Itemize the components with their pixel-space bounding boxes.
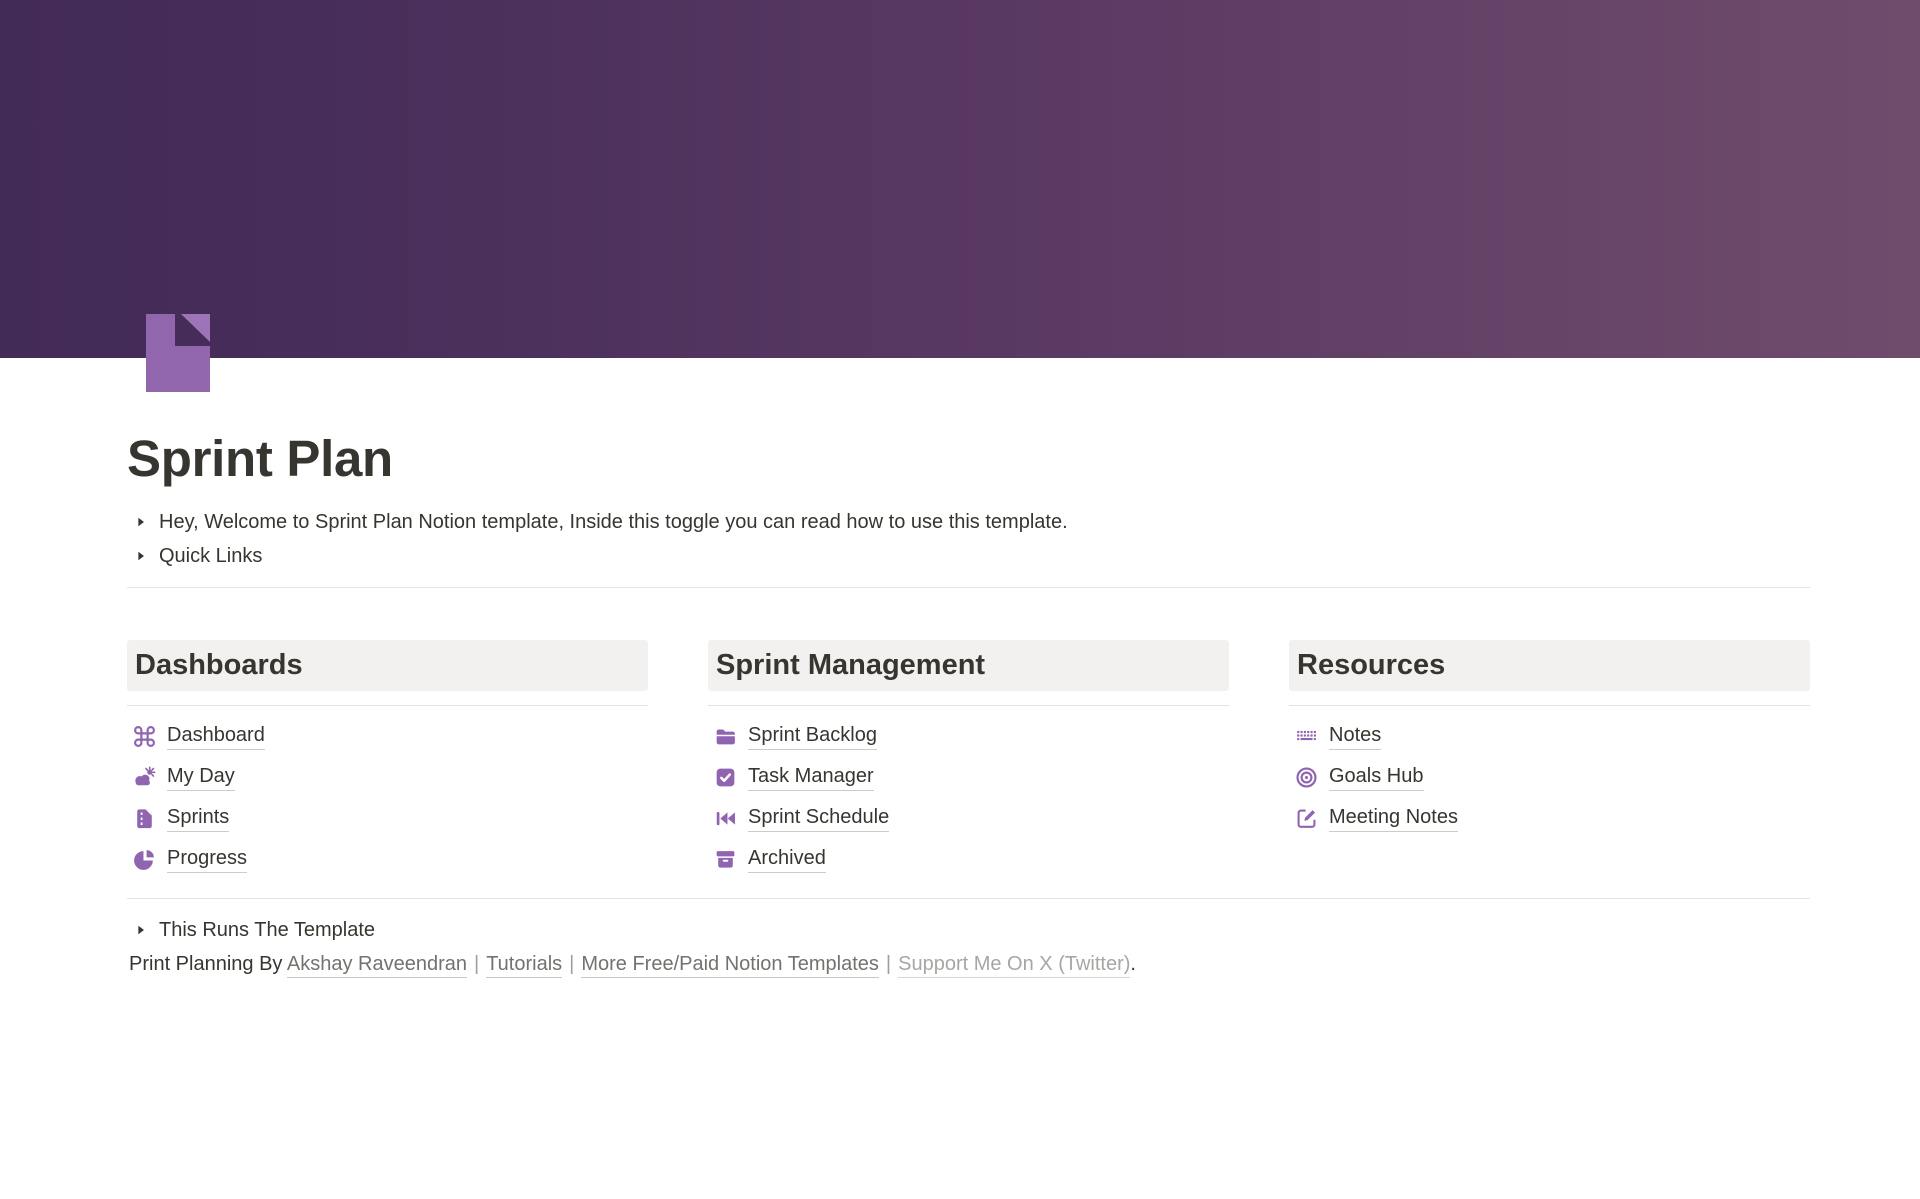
divider (127, 898, 1810, 899)
footer-links: Akshay Raveendran|Tutorials|More Free/Pa… (287, 953, 1136, 978)
list-item[interactable]: Sprints (127, 798, 648, 839)
page-body: Sprint Plan Hey, Welcome to Sprint Plan … (0, 358, 1920, 976)
column-header: Dashboards (127, 640, 648, 691)
list-item[interactable]: Dashboard (127, 716, 648, 757)
page-link[interactable]: My Day (167, 765, 235, 791)
compose-icon (1294, 806, 1319, 831)
credits-suffix: . (1130, 953, 1136, 975)
list-item[interactable]: Task Manager (708, 757, 1229, 798)
target-icon (1294, 765, 1319, 790)
toggle-triangle-icon[interactable] (129, 510, 153, 534)
credits-line: Print Planning By Akshay Raveendran|Tuto… (127, 953, 1810, 976)
page-link[interactable]: Task Manager (748, 765, 874, 791)
page-link[interactable]: Meeting Notes (1329, 806, 1458, 832)
separator: | (467, 953, 486, 975)
columns-row: Dashboards Dashboard My Day Sprints Progress… (127, 640, 1810, 880)
rewind-icon (713, 806, 738, 831)
footer-link[interactable]: Tutorials (486, 953, 562, 978)
divider (1289, 705, 1810, 706)
link-list: Notes Goals Hub Meeting Notes (1289, 716, 1810, 839)
link-list: Dashboard My Day Sprints Progress (127, 716, 648, 880)
page-link[interactable]: Dashboard (167, 724, 265, 750)
page-link[interactable]: Sprint Backlog (748, 724, 877, 750)
page-link[interactable]: Goals Hub (1329, 765, 1424, 791)
list-item[interactable]: Notes (1289, 716, 1810, 757)
page-link[interactable]: Sprint Schedule (748, 806, 889, 832)
separator: | (562, 953, 581, 975)
footer-link[interactable]: Support Me On X (Twitter) (898, 953, 1130, 978)
divider (127, 705, 648, 706)
divider (127, 587, 1810, 588)
credits-prefix: Print Planning By (129, 953, 282, 975)
column-sprint-management: Sprint Management Sprint Backlog Task Mana… (708, 640, 1229, 880)
toggle-triangle-icon[interactable] (129, 544, 153, 568)
list-item[interactable]: Meeting Notes (1289, 798, 1810, 839)
archive-icon (713, 847, 738, 872)
toggle-triangle-icon[interactable] (129, 918, 153, 942)
page-link[interactable]: Archived (748, 847, 826, 873)
list-item[interactable]: My Day (127, 757, 648, 798)
cover-image (0, 0, 1920, 358)
sun-cloud-icon (132, 765, 157, 790)
separator: | (879, 953, 898, 975)
journal-icon (132, 806, 157, 831)
divider (708, 705, 1229, 706)
list-item[interactable]: Sprint Schedule (708, 798, 1229, 839)
page-link[interactable]: Notes (1329, 724, 1381, 750)
link-list: Sprint Backlog Task Manager Sprint Schedul… (708, 716, 1229, 880)
list-item[interactable]: Progress (127, 839, 648, 880)
toggle-runs-template[interactable]: This Runs The Template (127, 913, 1810, 947)
page-link[interactable]: Sprints (167, 806, 229, 832)
column-header: Sprint Management (708, 640, 1229, 691)
list-item[interactable]: Archived (708, 839, 1229, 880)
page-link[interactable]: Progress (167, 847, 247, 873)
pie-chart-icon (132, 847, 157, 872)
toggle-quick-links-label: Quick Links (159, 545, 262, 568)
folder-icon (713, 724, 738, 749)
column-dashboards: Dashboards Dashboard My Day Sprints Progress (127, 640, 648, 880)
toggle-quick-links[interactable]: Quick Links (127, 539, 1810, 573)
list-item[interactable]: Goals Hub (1289, 757, 1810, 798)
toggle-welcome[interactable]: Hey, Welcome to Sprint Plan Notion templ… (127, 505, 1810, 539)
toggle-welcome-label: Hey, Welcome to Sprint Plan Notion templ… (159, 511, 1068, 534)
toggle-blocks: Hey, Welcome to Sprint Plan Notion templ… (127, 505, 1810, 573)
keyboard-icon (1294, 724, 1319, 749)
footer-link[interactable]: Akshay Raveendran (287, 953, 467, 978)
checkbox-icon (713, 765, 738, 790)
column-resources: Resources Notes Goals Hub Meeting Notes (1289, 640, 1810, 880)
page-title: Sprint Plan (127, 428, 1810, 489)
footer-link[interactable]: More Free/Paid Notion Templates (581, 953, 879, 978)
column-header: Resources (1289, 640, 1810, 691)
toggle-runs-template-label: This Runs The Template (159, 919, 375, 942)
list-item[interactable]: Sprint Backlog (708, 716, 1229, 757)
command-icon (132, 724, 157, 749)
